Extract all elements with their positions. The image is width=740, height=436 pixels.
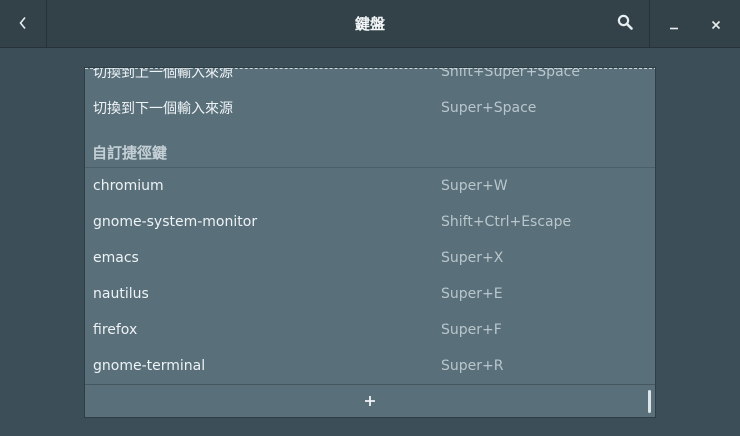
header-separator [649,0,650,48]
shortcut-accel: Shift+Ctrl+Escape [441,214,572,230]
shortcut-name: gnome-terminal [93,358,206,374]
shortcut-row[interactable]: firefox Super+F [85,312,655,348]
shortcut-row[interactable]: chromium Super+W [85,168,655,204]
minimize-button[interactable] [654,0,694,48]
shortcut-row[interactable]: emacs Super+X [85,240,655,276]
shortcut-accel: Super+W [441,178,508,194]
shortcut-name: gnome-system-monitor [93,214,258,230]
search-icon [617,14,633,34]
custom-shortcuts-heading: 自訂捷徑鍵 [92,144,168,162]
header-separator [46,0,47,48]
scrollbar[interactable] [648,390,651,413]
shortcut-name: firefox [93,322,138,338]
plus-icon [364,392,376,411]
shortcut-row[interactable]: 切換到下一個輸入來源 Super+Space [85,90,655,126]
add-shortcut-button[interactable] [85,384,655,417]
shortcut-name: 切換到上一個輸入來源 [93,67,233,81]
shortcut-list: 切換到上一個輸入來源 Shift+Super+Space 切換到下一個輸入來源 … [84,67,656,418]
shortcut-row[interactable]: gnome-terminal Super+R [85,348,655,384]
shortcut-accel: Super+Space [441,100,537,116]
shortcut-accel: Super+E [441,286,503,302]
shortcut-name: chromium [93,178,164,194]
shortcut-accel: Super+X [441,250,504,266]
close-icon [711,15,721,34]
search-button[interactable] [603,0,647,48]
shortcut-row[interactable]: gnome-system-monitor Shift+Ctrl+Escape [85,204,655,240]
shortcut-accel: Super+F [441,322,502,338]
shortcut-row[interactable]: nautilus Super+E [85,276,655,312]
shortcut-row[interactable]: 切換到上一個輸入來源 Shift+Super+Space [85,67,655,90]
shortcut-name: 切換到下一個輸入來源 [93,101,233,117]
header-bar: 鍵盤 [0,0,740,48]
shortcut-name: nautilus [93,286,149,302]
shortcut-name: emacs [93,250,139,266]
minimize-icon [669,15,679,34]
back-button[interactable] [0,0,46,48]
shortcut-accel: Super+R [441,358,504,374]
scroll-edge [85,68,655,69]
close-button[interactable] [696,0,736,48]
chevron-left-icon [18,15,28,34]
